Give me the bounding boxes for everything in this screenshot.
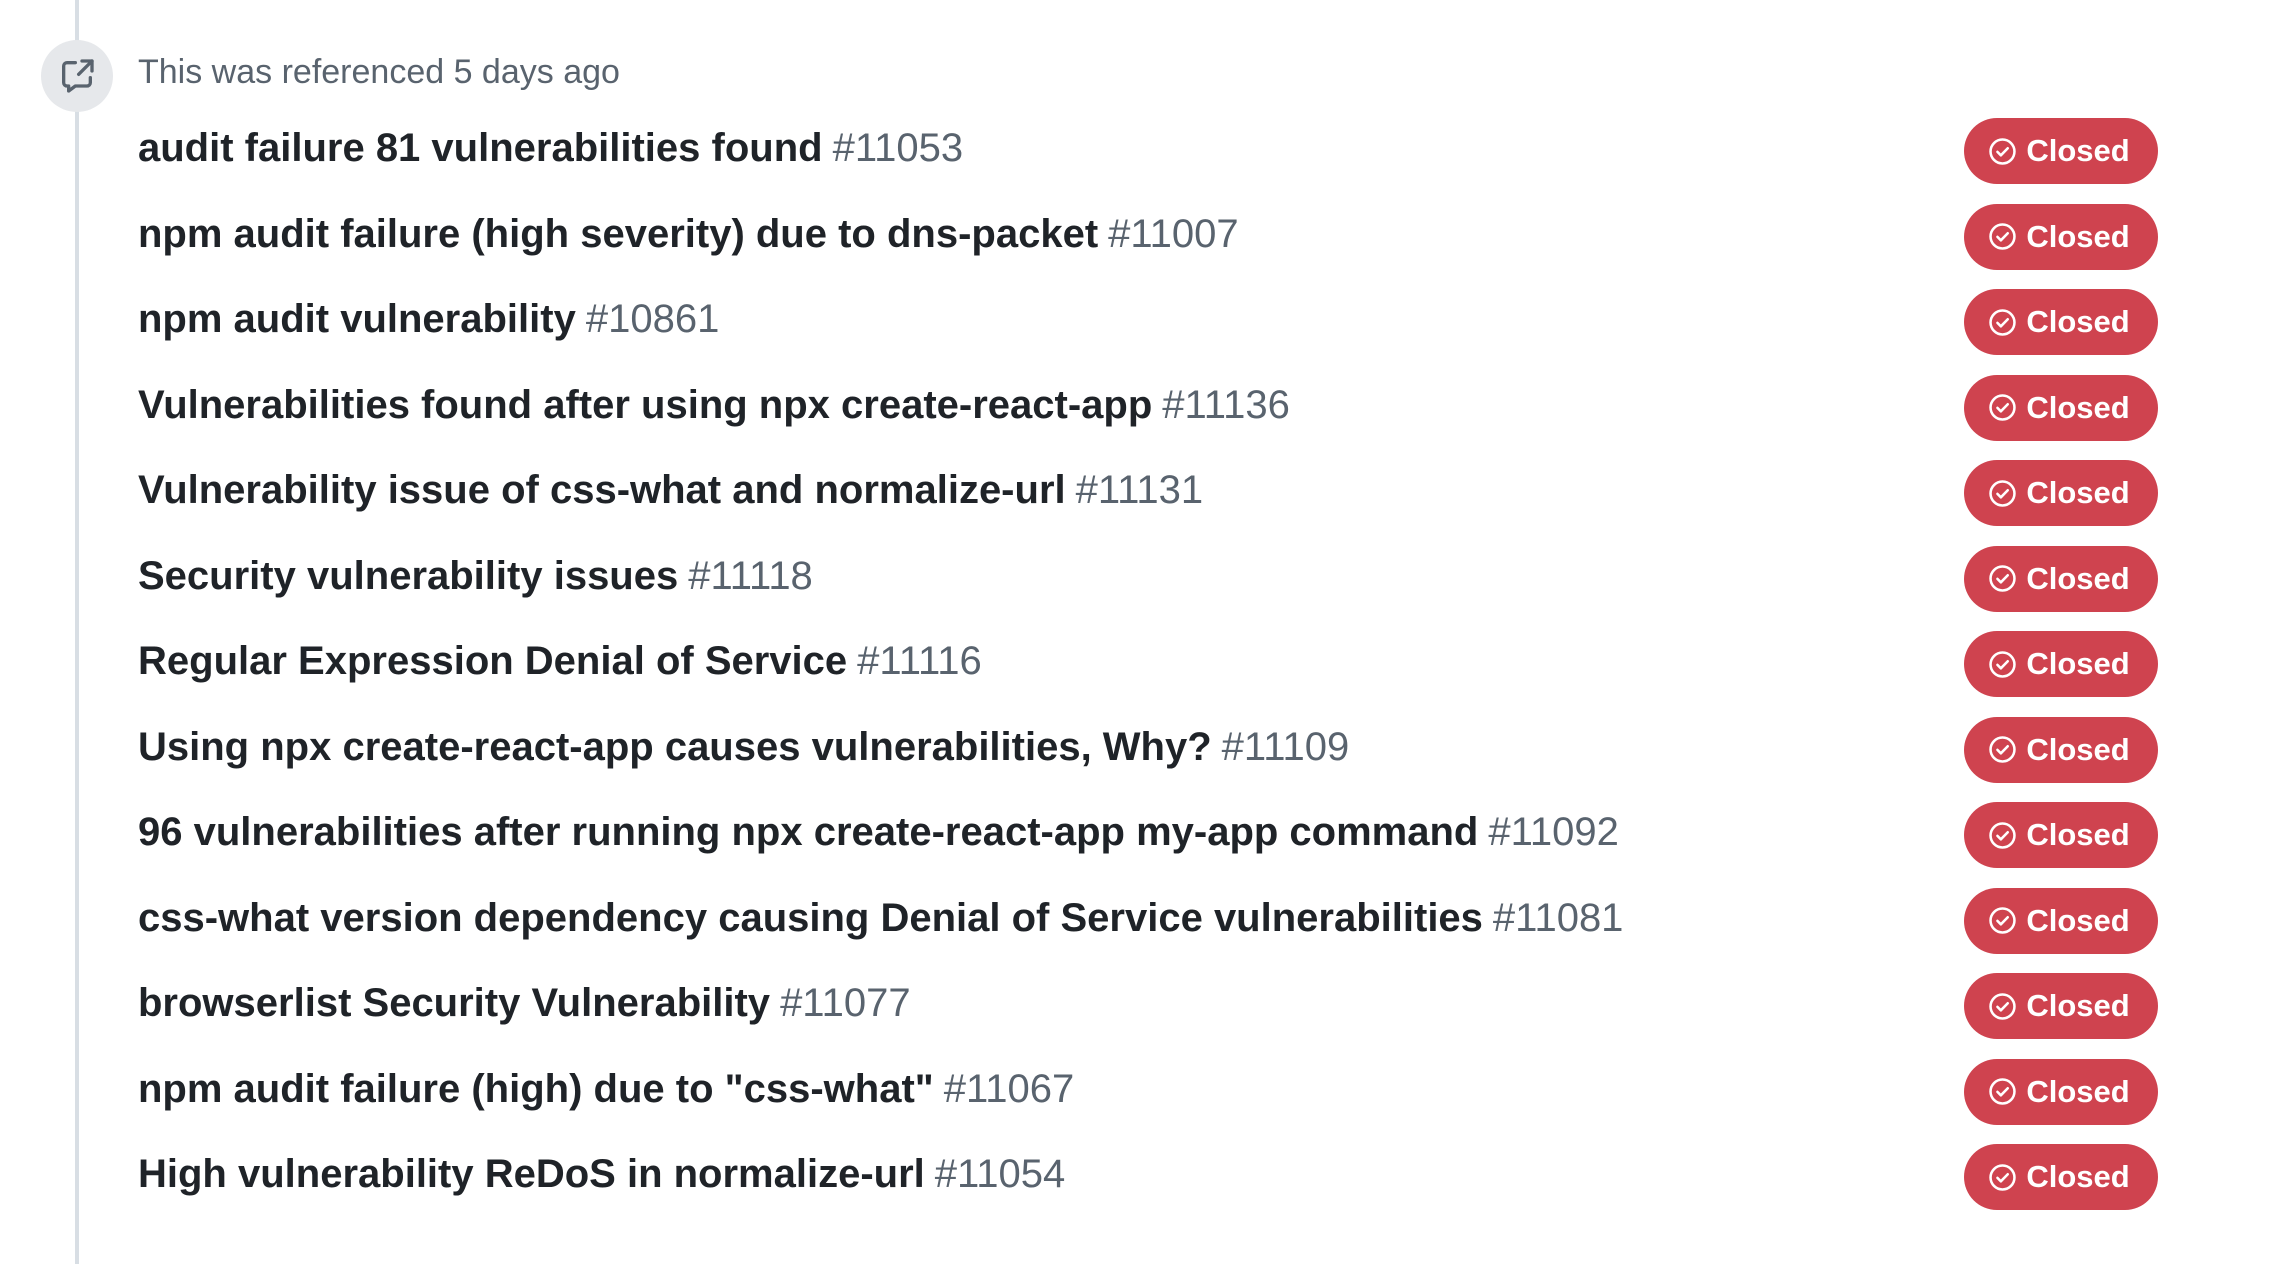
reference-item: audit failure 81 vulnerabilities found #1… bbox=[138, 118, 2158, 204]
check-circle-icon bbox=[1989, 907, 2017, 934]
closed-state-badge: Closed bbox=[1964, 203, 2158, 270]
closed-state-badge: Closed bbox=[1964, 973, 2158, 1039]
state-label: Closed bbox=[2026, 133, 2130, 168]
reference-item: Security vulnerability issues #11118 Clos… bbox=[138, 545, 2158, 632]
closed-state-badge: Closed bbox=[1964, 460, 2158, 526]
state-label: Closed bbox=[2026, 475, 2130, 510]
reference-title-link[interactable]: 96 vulnerabilities after running npx cre… bbox=[138, 810, 1478, 854]
state-label: Closed bbox=[2026, 817, 2130, 852]
reference-item: css-what version dependency causing Deni… bbox=[138, 887, 2158, 974]
check-circle-icon bbox=[1989, 736, 2017, 763]
closed-state-badge: Closed bbox=[1964, 716, 2158, 783]
closed-state-badge: Closed bbox=[1964, 1058, 2158, 1125]
reference-text: Security vulnerability issues #11118 bbox=[138, 546, 813, 606]
closed-state-badge: Closed bbox=[1964, 631, 2158, 697]
check-circle-icon bbox=[1989, 565, 2017, 592]
closed-state-badge: Closed bbox=[1964, 289, 2158, 355]
state-label: Closed bbox=[2026, 389, 2130, 425]
reference-text: Vulnerability issue of css-what and norm… bbox=[138, 460, 1203, 520]
reference-title-link[interactable]: npm audit failure (high) due to "css-wha… bbox=[138, 1067, 934, 1111]
check-circle-icon bbox=[1989, 1163, 2017, 1191]
reference-text: npm audit failure (high) due to "css-wha… bbox=[138, 1059, 1074, 1119]
reference-title-link[interactable]: npm audit vulnerability bbox=[138, 297, 576, 341]
reference-number[interactable]: #11053 bbox=[833, 126, 964, 170]
state-label: Closed bbox=[2026, 304, 2130, 339]
check-circle-icon bbox=[1989, 308, 2017, 336]
reference-text: browserlist Security Vulnerability #11077 bbox=[138, 973, 911, 1033]
reference-title-link[interactable]: High vulnerability ReDoS in normalize-ur… bbox=[138, 1152, 925, 1196]
reference-number[interactable]: #11081 bbox=[1493, 896, 1624, 940]
closed-state-badge: Closed bbox=[1964, 802, 2158, 868]
check-circle-icon bbox=[1989, 650, 2017, 678]
reference-number[interactable]: #11136 bbox=[1162, 383, 1290, 427]
check-circle-icon bbox=[1989, 394, 2017, 421]
timeline-line bbox=[75, 0, 79, 1264]
reference-text: Using npx create-react-app causes vulner… bbox=[138, 717, 1349, 777]
reference-item: Using npx create-react-app causes vulner… bbox=[138, 716, 2158, 803]
state-label: Closed bbox=[2026, 1159, 2130, 1194]
reference-title-link[interactable]: Vulnerability issue of css-what and norm… bbox=[138, 468, 1066, 512]
reference-title-link[interactable]: browserlist Security Vulnerability bbox=[138, 981, 770, 1025]
state-label: Closed bbox=[2026, 902, 2130, 938]
reference-title-link[interactable]: Regular Expression Denial of Service bbox=[138, 639, 847, 683]
check-circle-icon bbox=[1989, 1078, 2017, 1105]
reference-number[interactable]: #11054 bbox=[935, 1152, 1066, 1196]
reference-number[interactable]: #11118 bbox=[688, 554, 813, 598]
reference-item: browserlist Security Vulnerability #11077… bbox=[138, 973, 2158, 1059]
closed-state-badge: Closed bbox=[1964, 118, 2158, 184]
check-circle-icon bbox=[1989, 223, 2017, 250]
reference-title-link[interactable]: audit failure 81 vulnerabilities found bbox=[138, 126, 823, 170]
reference-text: Vulnerabilities found after using npx cr… bbox=[138, 375, 1290, 435]
reference-item: npm audit vulnerability #10861 Closed bbox=[138, 289, 2158, 375]
reference-title-link[interactable]: Vulnerabilities found after using npx cr… bbox=[138, 383, 1152, 427]
closed-state-badge: Closed bbox=[1964, 545, 2158, 612]
timeline-event-header: This was referenced 5 days ago bbox=[138, 53, 620, 91]
cross-reference-icon bbox=[62, 59, 94, 93]
check-circle-icon bbox=[1989, 992, 2017, 1020]
reference-item: Vulnerability issue of css-what and norm… bbox=[138, 460, 2158, 546]
reference-item: Vulnerabilities found after using npx cr… bbox=[138, 374, 2158, 461]
reference-text: npm audit failure (high severity) due to… bbox=[138, 204, 1239, 264]
reference-text: npm audit vulnerability #10861 bbox=[138, 289, 719, 349]
check-circle-icon bbox=[1989, 821, 2017, 849]
reference-item: Regular Expression Denial of Service #111… bbox=[138, 631, 2158, 717]
reference-text: 96 vulnerabilities after running npx cre… bbox=[138, 802, 1619, 862]
reference-title-link[interactable]: css-what version dependency causing Deni… bbox=[138, 896, 1483, 940]
reference-number[interactable]: #11007 bbox=[1108, 212, 1239, 256]
state-label: Closed bbox=[2026, 560, 2130, 596]
reference-number[interactable]: #11077 bbox=[780, 981, 911, 1025]
reference-item: npm audit failure (high) due to "css-wha… bbox=[138, 1058, 2158, 1145]
state-label: Closed bbox=[2026, 1073, 2130, 1109]
closed-state-badge: Closed bbox=[1964, 1144, 2158, 1210]
state-label: Closed bbox=[2026, 731, 2130, 767]
reference-item: npm audit failure (high severity) due to… bbox=[138, 203, 2158, 290]
state-label: Closed bbox=[2026, 646, 2130, 681]
reference-list: audit failure 81 vulnerabilities found #1… bbox=[138, 118, 2158, 1230]
reference-number[interactable]: #11131 bbox=[1076, 468, 1204, 512]
state-label: Closed bbox=[2026, 988, 2130, 1023]
state-label: Closed bbox=[2026, 218, 2130, 254]
reference-text: audit failure 81 vulnerabilities found #1… bbox=[138, 118, 963, 178]
reference-title-link[interactable]: Using npx create-react-app causes vulner… bbox=[138, 725, 1212, 769]
check-circle-icon bbox=[1989, 479, 2017, 507]
reference-text: High vulnerability ReDoS in normalize-ur… bbox=[138, 1144, 1065, 1204]
reference-number[interactable]: #10861 bbox=[586, 297, 719, 341]
reference-number[interactable]: #11067 bbox=[944, 1067, 1075, 1111]
closed-state-badge: Closed bbox=[1964, 887, 2158, 954]
reference-title-link[interactable]: npm audit failure (high severity) due to… bbox=[138, 212, 1098, 256]
reference-text: Regular Expression Denial of Service #111… bbox=[138, 631, 982, 691]
reference-number[interactable]: #11109 bbox=[1222, 725, 1350, 769]
reference-item: 96 vulnerabilities after running npx cre… bbox=[138, 802, 2158, 888]
check-circle-icon bbox=[1989, 137, 2017, 165]
reference-item: High vulnerability ReDoS in normalize-ur… bbox=[138, 1144, 2158, 1230]
timeline-event-badge bbox=[41, 40, 113, 112]
reference-text: css-what version dependency causing Deni… bbox=[138, 888, 1623, 948]
reference-number[interactable]: #11092 bbox=[1488, 810, 1619, 854]
reference-title-link[interactable]: Security vulnerability issues bbox=[138, 554, 678, 598]
closed-state-badge: Closed bbox=[1964, 374, 2158, 441]
reference-number[interactable]: #11116 bbox=[857, 639, 982, 683]
